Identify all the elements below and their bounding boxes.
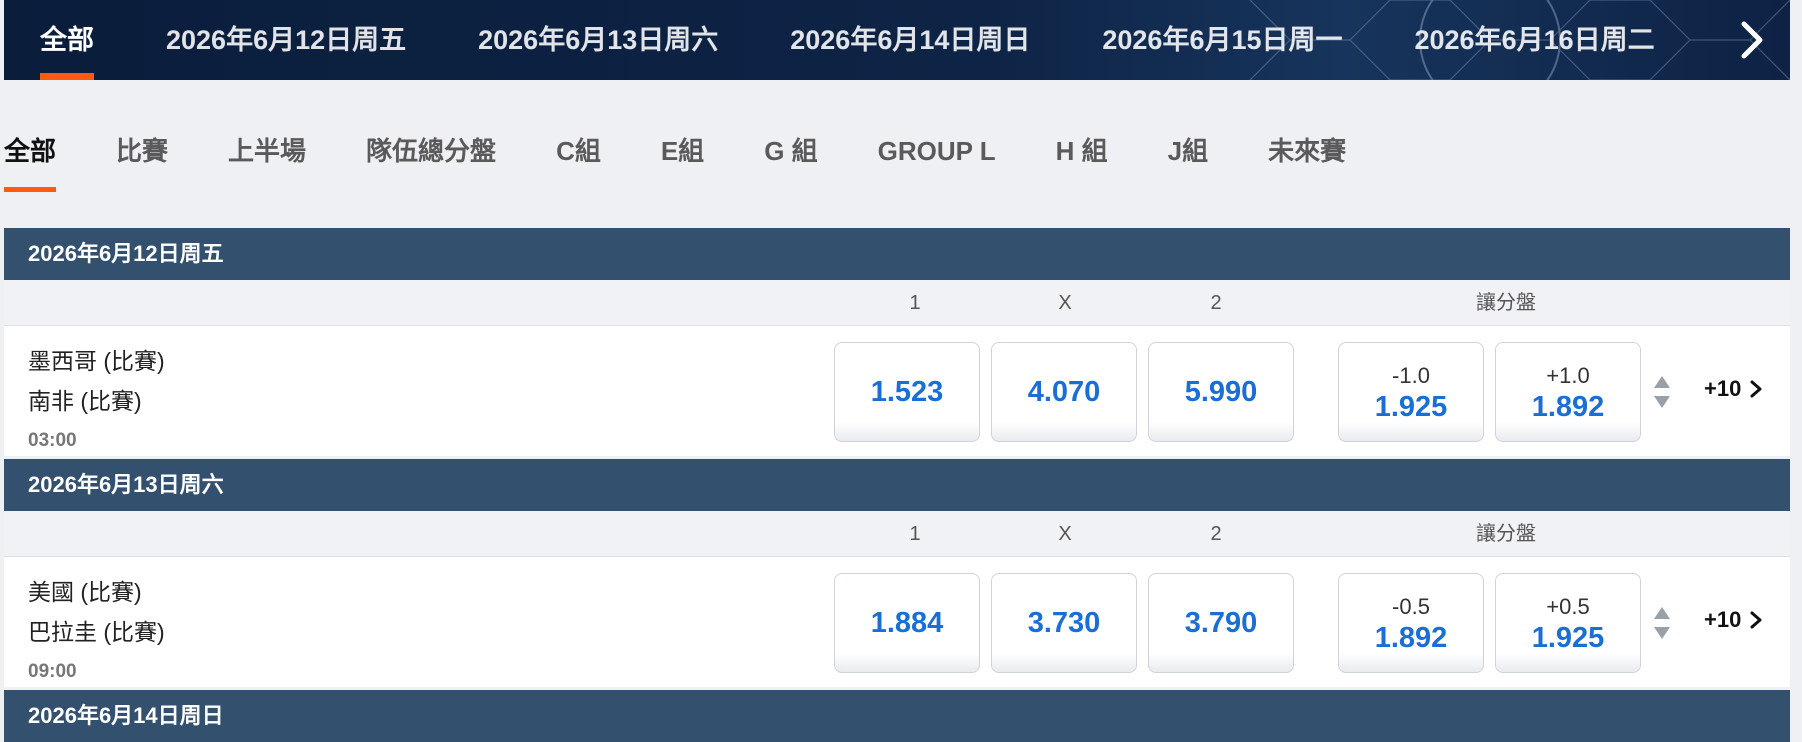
category-tab-future[interactable]: 未來賽 [1268, 118, 1346, 192]
odds-value: 1.925 [1531, 622, 1605, 654]
handicap-home-button[interactable]: -1.0 1.925 [1338, 342, 1484, 442]
odds-value: 3.790 [1184, 607, 1258, 639]
column-draw: X [1058, 292, 1072, 314]
more-markets-button[interactable]: +10 [1704, 376, 1763, 402]
odds-draw-button[interactable]: 4.070 [991, 342, 1137, 442]
handicap-away-button[interactable]: +1.0 1.892 [1495, 342, 1641, 442]
odds-home-button[interactable]: 1.884 [834, 573, 980, 673]
category-tab-group-c[interactable]: C組 [556, 118, 601, 192]
match-row: 墨西哥 (比賽) 南非 (比賽) 03:00 1.523 4.070 5.990… [4, 326, 1790, 456]
category-tabs: 全部 比賽 上半場 隊伍總分盤 C組 E組 G 組 GROUP L H 組 J組… [4, 118, 1346, 192]
odds-value: 1.884 [870, 607, 944, 639]
section-date-header: 2026年6月14日周日 [4, 690, 1790, 742]
date-tab-bar: 全部 2026年6月12日周五 2026年6月13日周六 2026年6月14日周… [4, 0, 1790, 80]
odds-home-button[interactable]: 1.523 [834, 342, 980, 442]
away-team[interactable]: 南非 (比賽) [28, 382, 142, 416]
column-handicap: 讓分盤 [1476, 523, 1536, 545]
more-markets-count: +10 [1704, 607, 1742, 632]
category-tab-first-half[interactable]: 上半場 [228, 118, 306, 192]
chevron-right-icon [1741, 21, 1763, 59]
section-date-header: 2026年6月13日周六 [4, 459, 1790, 511]
chevron-right-icon [1750, 611, 1762, 629]
odds-value: 4.070 [1027, 376, 1101, 408]
odds-draw-button[interactable]: 3.730 [991, 573, 1137, 673]
column-away: 2 [1210, 292, 1222, 314]
handicap-line: -1.0 [1392, 363, 1430, 388]
odds-column-header: 1 X 2 讓分盤 [4, 511, 1790, 557]
more-markets-button[interactable]: +10 [1704, 607, 1763, 633]
column-home: 1 [909, 523, 921, 545]
odds-value: 5.990 [1184, 376, 1258, 408]
date-tab-2026-06-13[interactable]: 2026年6月13日周六 [478, 0, 718, 80]
handicap-line: +1.0 [1546, 363, 1590, 388]
category-tab-group-j[interactable]: J組 [1168, 118, 1208, 192]
handicap-switch-button[interactable] [1652, 605, 1672, 641]
handicap-line: +0.5 [1546, 594, 1590, 619]
match-row: 美國 (比賽) 巴拉圭 (比賽) 09:00 1.884 3.730 3.790… [4, 557, 1790, 687]
up-down-arrows-icon [1654, 607, 1670, 639]
handicap-line: -0.5 [1392, 594, 1430, 619]
section-date-header: 2026年6月12日周五 [4, 228, 1790, 280]
date-tab-2026-06-12[interactable]: 2026年6月12日周五 [166, 0, 406, 80]
odds-away-button[interactable]: 5.990 [1148, 342, 1294, 442]
home-team[interactable]: 墨西哥 (比賽) [28, 342, 165, 376]
kickoff-time: 03:00 [28, 430, 77, 451]
column-handicap: 讓分盤 [1476, 292, 1536, 314]
odds-value: 1.892 [1531, 391, 1605, 423]
home-team[interactable]: 美國 (比賽) [28, 573, 142, 607]
chevron-right-icon [1750, 380, 1762, 398]
handicap-home-button[interactable]: -0.5 1.892 [1338, 573, 1484, 673]
odds-value: 3.730 [1027, 607, 1101, 639]
odds-value: 1.523 [870, 376, 944, 408]
category-tab-group-e[interactable]: E組 [661, 118, 704, 192]
up-down-arrows-icon [1654, 376, 1670, 408]
column-draw: X [1058, 523, 1072, 545]
date-tab-2026-06-15[interactable]: 2026年6月15日周一 [1102, 0, 1342, 80]
kickoff-time: 09:00 [28, 661, 77, 682]
category-tab-group-h[interactable]: H 組 [1056, 118, 1108, 192]
column-away: 2 [1210, 523, 1222, 545]
odds-away-button[interactable]: 3.790 [1148, 573, 1294, 673]
category-tab-team-total[interactable]: 隊伍總分盤 [366, 118, 496, 192]
more-markets-count: +10 [1704, 376, 1742, 401]
date-tab-all[interactable]: 全部 [40, 0, 94, 80]
next-dates-button[interactable] [1734, 18, 1770, 62]
handicap-switch-button[interactable] [1652, 374, 1672, 410]
category-tab-group-g[interactable]: G 組 [764, 118, 817, 192]
date-tab-2026-06-16[interactable]: 2026年6月16日周二 [1415, 0, 1655, 80]
category-tab-group-l[interactable]: GROUP L [878, 118, 996, 192]
odds-column-header: 1 X 2 讓分盤 [4, 280, 1790, 326]
away-team[interactable]: 巴拉圭 (比賽) [28, 613, 165, 647]
handicap-away-button[interactable]: +0.5 1.925 [1495, 573, 1641, 673]
date-tab-2026-06-14[interactable]: 2026年6月14日周日 [790, 0, 1030, 80]
odds-value: 1.925 [1374, 391, 1448, 423]
odds-value: 1.892 [1374, 622, 1448, 654]
column-home: 1 [909, 292, 921, 314]
category-tab-all[interactable]: 全部 [4, 118, 57, 192]
category-tab-match[interactable]: 比賽 [116, 118, 168, 192]
